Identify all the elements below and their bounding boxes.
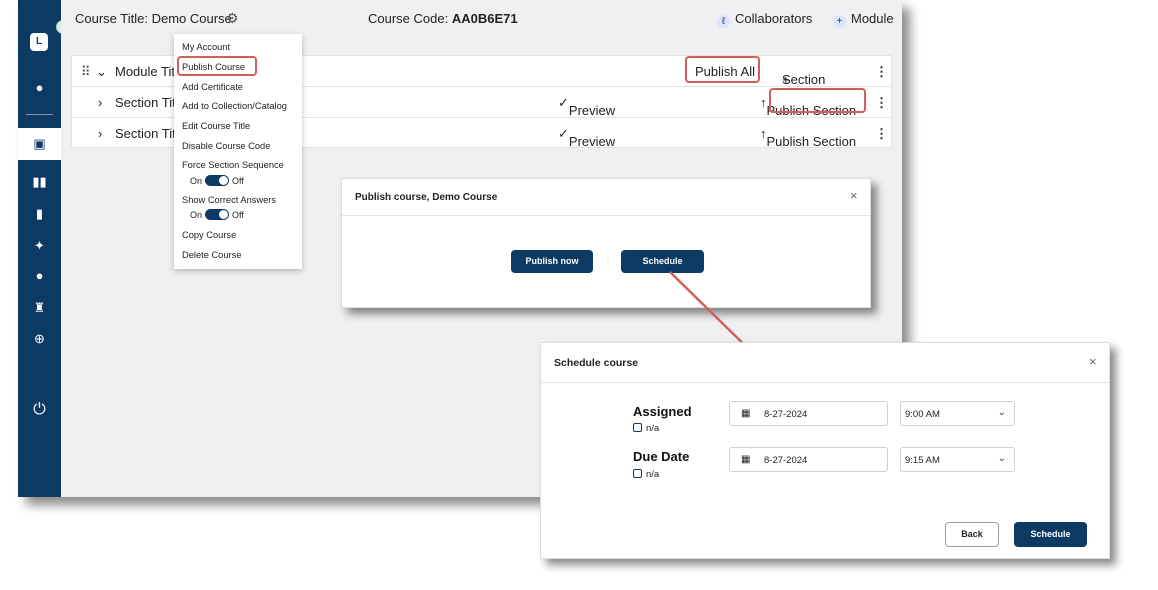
calendar-icon: ▦: [741, 408, 751, 419]
assigned-na-checkbox[interactable]: n/a: [633, 423, 659, 434]
checkbox-icon: [633, 469, 642, 478]
assigned-time-value: 9:00 AM: [905, 409, 940, 420]
back-button[interactable]: Back: [945, 522, 999, 547]
due-na-checkbox[interactable]: n/a: [633, 469, 659, 480]
due-date-field[interactable]: ▦ 8-27-2024: [729, 447, 888, 472]
close-icon[interactable]: ×: [1089, 354, 1097, 369]
calendar-icon: ▦: [741, 454, 751, 465]
chevron-down-icon: ⌄: [997, 407, 1006, 418]
schedule-confirm-button[interactable]: Schedule: [1014, 522, 1087, 547]
due-time-value: 9:15 AM: [905, 455, 940, 466]
due-date-label: Due Date: [633, 449, 690, 464]
checkbox-icon: [633, 423, 642, 432]
schedule-course-modal: Schedule course × Assigned n/a ▦ 8-27-20…: [540, 342, 1110, 559]
na-label: n/a: [646, 469, 660, 480]
schedule-modal-title: Schedule course: [554, 357, 639, 369]
assigned-time-select[interactable]: 9:00 AM ⌄: [900, 401, 1015, 426]
modal-divider: [541, 382, 1109, 383]
assigned-date-field[interactable]: ▦ 8-27-2024: [729, 401, 888, 426]
due-time-select[interactable]: 9:15 AM ⌄: [900, 447, 1015, 472]
assigned-label: Assigned: [633, 404, 692, 419]
due-date-value: 8-27-2024: [764, 455, 808, 466]
na-label: n/a: [646, 423, 660, 434]
assigned-date-value: 8-27-2024: [764, 409, 808, 420]
chevron-down-icon: ⌄: [997, 453, 1006, 464]
